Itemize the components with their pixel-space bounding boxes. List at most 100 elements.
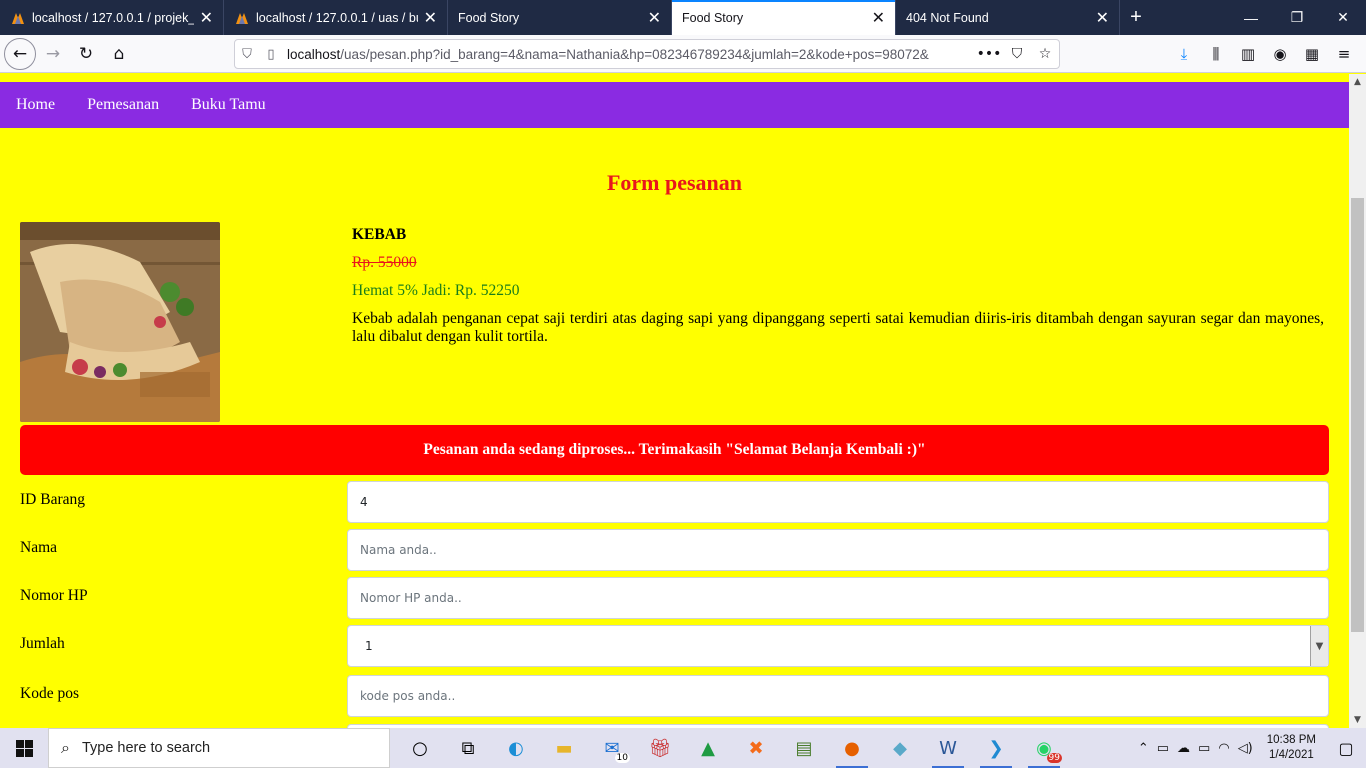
page-scrollbar[interactable]: ▲ ▼ [1349,74,1366,728]
browser-toolbar: ← → ↻ ⌂ ⛉ ▯ localhost/uas/pesan.php?id_b… [0,35,1366,73]
scroll-up-icon[interactable]: ▲ [1349,77,1366,87]
tab-title: localhost / 127.0.0.1 / uas / buku_tamu [256,10,418,25]
clock-time: 10:38 PM [1266,734,1316,746]
pma-icon [12,12,24,24]
windows-start-icon[interactable] [0,728,48,768]
page-actions-icon[interactable]: ••• [975,46,1003,62]
url-host: localhost [287,46,341,62]
file-explorer-icon[interactable]: ▬ [540,728,588,768]
browser-tab-strip: localhost / 127.0.0.1 / projek_uas ✕ loc… [0,0,1366,35]
volume-icon[interactable]: ◁) [1238,741,1253,756]
tab-title: Food Story [458,10,520,25]
vscode-icon[interactable]: ❯ [972,728,1020,768]
taskbar: ⌕ Type here to search ○ ⧉ ◐ ▬ ✉ 10 🎁︎ ▲ ✖… [0,728,1366,768]
meet-icon[interactable]: ▭ [1157,741,1169,756]
firefox-icon[interactable]: ● [828,728,876,768]
browser-tab[interactable]: 404 Not Found ✕ [896,0,1120,35]
chevron-down-icon[interactable]: ▼ [1310,626,1328,666]
form-row-nama: Nama Nama anda.. [20,529,1329,571]
form-row-hp: Nomor HP Nomor HP anda.. [20,577,1329,619]
scroll-thumb[interactable] [1351,198,1364,632]
word-icon[interactable]: W [924,728,972,768]
edge-icon[interactable]: ◐ [492,728,540,768]
search-placeholder: Type here to search [81,740,211,756]
notifications-icon[interactable]: ▢ [1326,739,1366,758]
tab-title: localhost / 127.0.0.1 / projek_uas [32,10,194,25]
bookmark-star-icon[interactable]: ☆ [1031,46,1059,62]
nav-pemesanan[interactable]: Pemesanan [87,96,159,114]
library-icon[interactable]: ⫼ [1200,45,1232,63]
jumlah-select[interactable]: 1 ▼ [347,625,1329,667]
site-navbar: Home Pemesanan Buku Tamu [0,82,1349,128]
drive-icon[interactable]: ▲ [684,728,732,768]
hp-label: Nomor HP [20,587,88,604]
close-icon[interactable]: ✕ [200,8,213,28]
url-text[interactable]: localhost/uas/pesan.php?id_barang=4&nama… [283,47,975,62]
nama-input[interactable]: Nama anda.. [347,529,1329,571]
browser-tab[interactable]: localhost / 127.0.0.1 / uas / buku_tamu … [224,0,448,35]
chevron-up-icon[interactable]: ⌃ [1138,741,1149,756]
form-row-jumlah: Jumlah 1 ▼ [20,625,1329,667]
wifi-icon[interactable]: ◠ [1218,741,1229,756]
search-icon: ⌕ [61,738,70,757]
address-bar[interactable]: ⛉ ▯ localhost/uas/pesan.php?id_barang=4&… [234,39,1060,69]
whatsapp-badge: 99 [1046,753,1062,763]
shield-icon[interactable]: ⛉ [235,47,259,62]
scroll-down-icon[interactable]: ▼ [1349,715,1366,725]
extensions-icon[interactable]: ▦ [1296,45,1328,63]
whatsapp-icon[interactable]: ◉ 99 [1020,728,1068,768]
menu-icon[interactable]: ≡ [1328,45,1360,63]
jumlah-value: 1 [365,639,373,653]
product-info: KEBAB Rp. 55000 Hemat 5% Jadi: Rp. 52250… [352,226,1324,346]
restore-icon[interactable]: ❐ [1274,0,1320,35]
close-icon[interactable]: ✕ [424,8,437,28]
url-path: /uas/pesan.php?id_barang=4&nama=Nathania… [340,46,929,62]
mail-icon[interactable]: ✉ 10 [588,728,636,768]
pocket-icon[interactable]: ⛉ [1003,46,1031,62]
onedrive-icon[interactable]: ☁ [1177,741,1190,756]
new-tab-icon[interactable]: + [1120,0,1152,35]
taskbar-apps: ○ ⧉ ◐ ▬ ✉ 10 🎁︎ ▲ ✖ ▤ ● ◆ W ❯ ◉ 99 [396,728,1068,768]
battery-icon[interactable]: ▭ [1198,741,1210,756]
browser-tab-active[interactable]: Food Story ✕ [672,0,896,35]
hp-input[interactable]: Nomor HP anda.. [347,577,1329,619]
mail-badge: 10 [614,753,630,763]
account-icon[interactable]: ◉ [1264,45,1296,63]
kodepos-label: Kode pos [20,685,79,702]
close-icon[interactable]: ✕ [872,8,885,28]
task-view-icon[interactable]: ⧉ [444,728,492,768]
tab-title: Food Story [682,10,744,25]
close-window-icon[interactable]: ✕ [1320,0,1366,35]
id-barang-input[interactable]: 4 [347,481,1329,523]
form-row-id: ID Barang 4 [20,481,1329,523]
notepad-icon[interactable]: ▤ [780,728,828,768]
nav-home[interactable]: Home [16,96,55,114]
kodepos-input[interactable]: kode pos anda.. [347,675,1329,717]
clock-date: 1/4/2021 [1269,749,1314,761]
back-icon[interactable]: ← [4,37,36,70]
close-icon[interactable]: ✕ [1096,8,1109,28]
home-icon[interactable]: ⌂ [103,38,135,70]
id-label: ID Barang [20,491,85,508]
close-icon[interactable]: ✕ [648,8,661,28]
reload-icon[interactable]: ↻ [70,38,102,70]
minimize-icon[interactable]: — [1228,0,1274,35]
forward-icon[interactable]: → [37,38,69,70]
form-row-kodepos: Kode pos kode pos anda.. [20,675,1329,717]
product-name: KEBAB [352,226,407,243]
xampp-icon[interactable]: ✖ [732,728,780,768]
nav-buku-tamu[interactable]: Buku Tamu [191,96,266,114]
download-icon[interactable]: ⤓ [1168,45,1200,63]
cortana-icon[interactable]: ○ [396,728,444,768]
taskbar-search[interactable]: ⌕ Type here to search [48,728,390,768]
stickies-icon[interactable]: ◆ [876,728,924,768]
sidebar-icon[interactable]: ▥ [1232,45,1264,63]
toolbar-right: ⤓ ⫼ ▥ ◉ ▦ ≡ [1168,39,1360,69]
old-price: Rp. 55000 [352,254,417,271]
gift-icon[interactable]: 🎁︎ [636,728,684,768]
clock[interactable]: 10:38 PM 1/4/2021 [1267,733,1316,763]
window-controls: — ❐ ✕ [1228,0,1366,35]
product-description: Kebab adalah penganan cepat saji terdiri… [352,310,1324,345]
browser-tab[interactable]: Food Story ✕ [448,0,672,35]
browser-tab[interactable]: localhost / 127.0.0.1 / projek_uas ✕ [0,0,224,35]
